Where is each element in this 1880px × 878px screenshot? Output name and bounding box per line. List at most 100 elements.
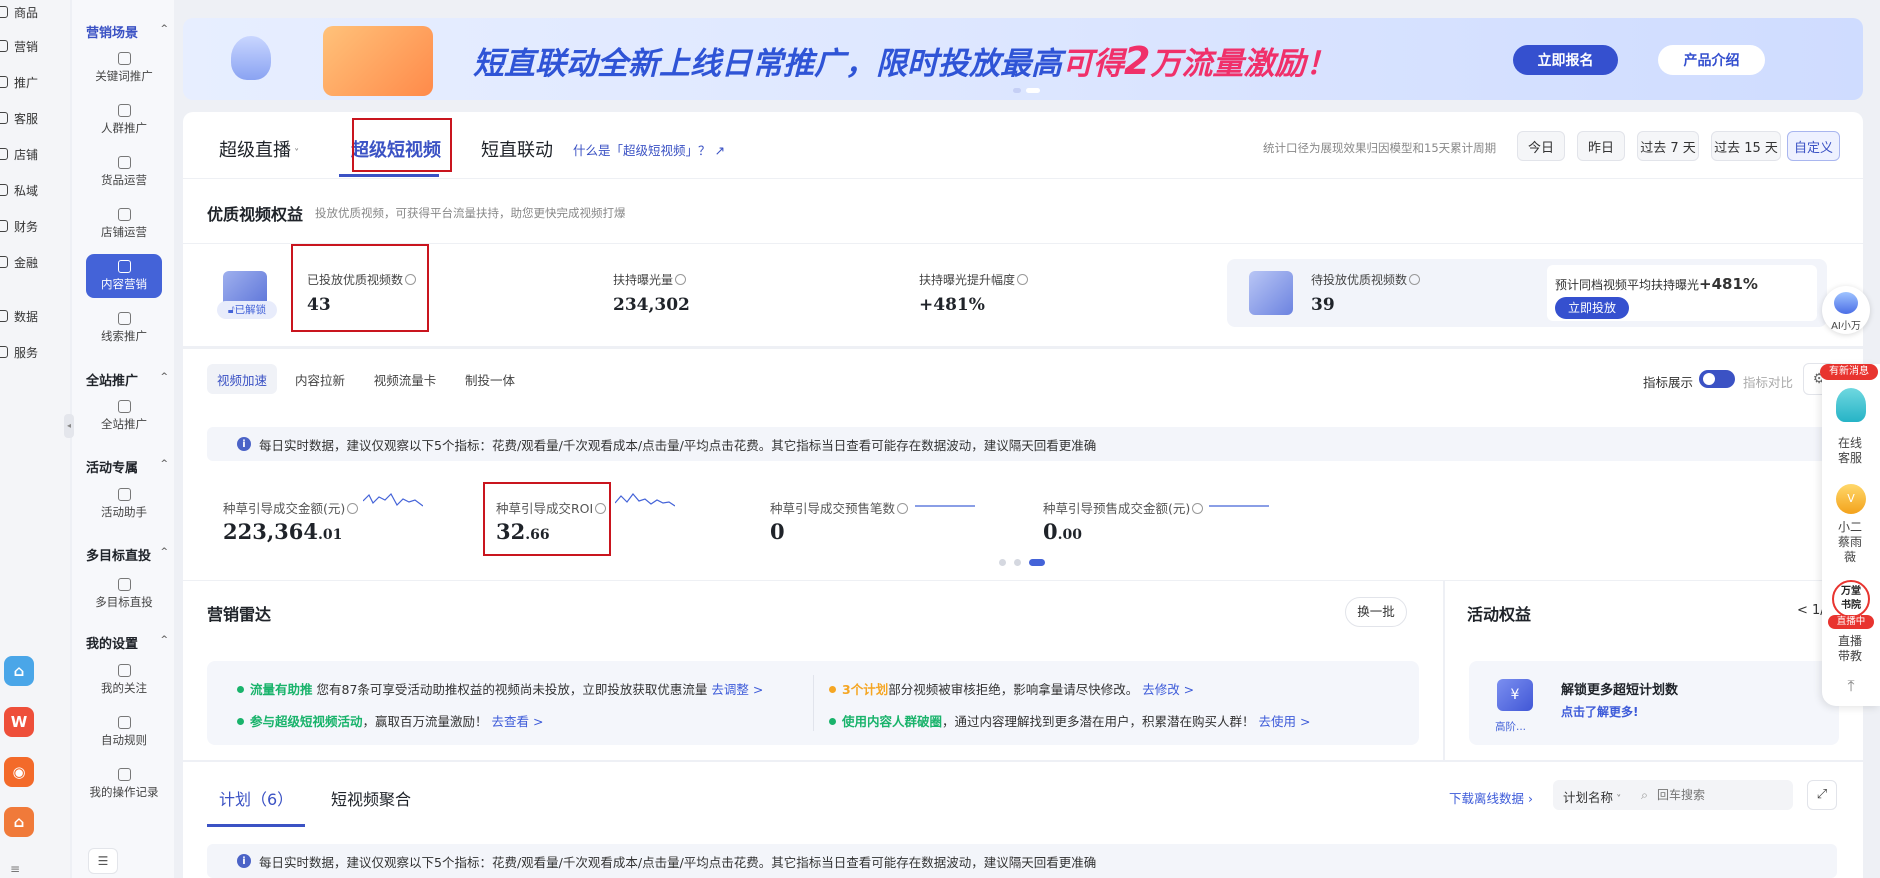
store-icon	[117, 208, 131, 221]
radar-item-boost: 流量有助推 您有87条可享受活动助推权益的视频尚未投放，立即投放获取优惠流量 去…	[237, 679, 763, 698]
sidebar-item-auto-rule[interactable]: 自动规则	[86, 716, 162, 748]
person-icon	[117, 104, 131, 117]
online-service-link[interactable]: 在线客服	[1822, 436, 1878, 466]
help-icon[interactable]	[897, 503, 909, 514]
plan-filter-select[interactable]: 计划名称 ˅	[1563, 787, 1621, 806]
help-icon[interactable]	[675, 274, 687, 285]
tab-short-video-aggregate[interactable]: 短视频聚合	[331, 786, 411, 810]
sidebar-item-crowd[interactable]: 人群推广	[86, 104, 162, 136]
metric-label-lift: 扶持曝光提升幅度	[919, 271, 1029, 288]
log-icon	[117, 768, 131, 781]
app-shortcut-3-icon[interactable]: ◉	[4, 757, 34, 787]
plans-notice-bar: i 每日实时数据，建议仅观察以下5个指标：花费/观看量/千次观看成本/点击量/平均…	[207, 844, 1837, 878]
benefit-pager[interactable]: < 1/	[1797, 603, 1825, 618]
sidebar-item-leads[interactable]: 线索推广	[86, 312, 162, 344]
sidebar-item-content-marketing[interactable]: 内容营销	[86, 254, 162, 298]
rail-item-services[interactable]: 服务	[0, 340, 70, 364]
service-bot-icon[interactable]	[1836, 388, 1866, 422]
menu-icon[interactable]: ≡	[10, 862, 20, 876]
date-7days-button[interactable]: 过去 7 天	[1637, 131, 1699, 161]
pager-dot[interactable]	[999, 559, 1006, 566]
rail-item-banking[interactable]: 金融	[0, 250, 70, 274]
metric-compare-label[interactable]: 指标对比	[1743, 372, 1793, 391]
app-shortcut-4-icon[interactable]: ⌂	[4, 807, 34, 837]
sidebar-item-goods-ops[interactable]: 货品运营	[86, 156, 162, 188]
service-icon	[0, 112, 8, 124]
rail-item-marketing[interactable]: 营销	[0, 34, 70, 58]
section-title-settings[interactable]: 我的设置 ^	[86, 633, 176, 652]
back-to-top-icon[interactable]: ⤒	[1838, 676, 1864, 698]
sidebar-toggle-icon[interactable]: ◂	[64, 414, 74, 438]
section-title-activity[interactable]: 活动专属 ^	[86, 457, 176, 476]
section-title-multi[interactable]: 多目标直投 ^	[86, 545, 176, 564]
sidebar-item-follow[interactable]: 我的关注	[86, 664, 162, 696]
rail-item-data[interactable]: 数据	[0, 304, 70, 328]
date-yesterday-button[interactable]: 昨日	[1577, 131, 1625, 161]
tab-super-live[interactable]: 超级直播 ˅	[219, 136, 299, 162]
date-custom-button[interactable]: 自定义	[1787, 131, 1840, 161]
app-shortcut-2-icon[interactable]: W	[4, 707, 34, 737]
use-link[interactable]: 去使用 >	[1259, 714, 1311, 729]
tab-short-live-link[interactable]: 短直联动	[481, 136, 553, 162]
view-link[interactable]: 去查看 >	[492, 714, 544, 729]
rail-item-goods[interactable]: 商品	[0, 0, 70, 24]
xiaoer-link[interactable]: 小二蔡雨薇	[1822, 520, 1878, 565]
download-offline-link[interactable]: 下载离线数据 ›	[1449, 788, 1533, 807]
refresh-batch-button[interactable]: 换一批	[1345, 597, 1407, 627]
section-title-global[interactable]: 全站推广 ^	[86, 370, 176, 389]
help-icon[interactable]	[1017, 274, 1029, 285]
help-icon[interactable]	[1409, 274, 1421, 285]
sidebar-item-global[interactable]: 全站推广	[86, 400, 162, 432]
live-teaching-link[interactable]: 直播带教	[1822, 634, 1878, 664]
ai-avatar-icon	[1834, 292, 1858, 314]
school-logo[interactable]: 万堂书院	[1832, 580, 1870, 618]
rail-item-promotion[interactable]: 推广	[0, 70, 70, 94]
fullscreen-icon[interactable]: ⤢	[1807, 780, 1837, 810]
pager-dot[interactable]	[1014, 559, 1021, 566]
help-icon[interactable]	[347, 503, 359, 514]
sidebar-item-oplog[interactable]: 我的操作记录	[86, 768, 162, 800]
metric-toggle[interactable]	[1699, 370, 1735, 388]
plan-search-input[interactable]	[1657, 785, 1777, 805]
rail-item-service[interactable]: 客服	[0, 106, 70, 130]
tab-plans[interactable]: 计划（6）	[219, 786, 293, 810]
date-15days-button[interactable]: 过去 15 天	[1711, 131, 1781, 161]
ai-assistant-button[interactable]: AI小万	[1822, 286, 1870, 334]
sidebar-item-shop-ops[interactable]: 店铺运营	[86, 208, 162, 240]
xiaoer-avatar-icon[interactable]: V	[1836, 484, 1866, 514]
rail-item-shop[interactable]: 店铺	[0, 142, 70, 166]
sidebar-item-multi[interactable]: 多目标直投	[86, 578, 162, 610]
signup-button[interactable]: 立即报名	[1513, 45, 1618, 75]
subtab-content-acquire[interactable]: 内容拉新	[285, 364, 355, 394]
app-shortcut-1-icon[interactable]: ⌂	[4, 656, 34, 686]
deliver-now-button[interactable]: 立即投放	[1555, 297, 1629, 319]
banner-dot-active[interactable]	[1026, 88, 1040, 93]
marketing-icon	[0, 40, 8, 52]
kpi-value-presale-gmv: 0.00	[1043, 519, 1082, 544]
section-title-scene[interactable]: 营销场景 ^	[86, 22, 176, 41]
adjust-link[interactable]: 去调整 >	[711, 682, 763, 697]
modify-link[interactable]: 去修改 >	[1142, 682, 1194, 697]
help-link[interactable]: 什么是「超级短视频」？ ↗	[573, 140, 725, 159]
highlight-box-roi	[483, 482, 611, 556]
goods-icon	[0, 6, 8, 18]
chevron-down-icon: ˅	[1613, 794, 1622, 805]
presale-count-sparkline	[915, 505, 975, 507]
benefit-learn-more-link[interactable]: 点击了解更多!	[1561, 703, 1638, 720]
rail-item-finance[interactable]: 财务	[0, 214, 70, 238]
sidebar-item-keyword[interactable]: 关键词推广	[86, 52, 162, 84]
rail-item-private[interactable]: 私域	[0, 178, 70, 202]
subtab-traffic-card[interactable]: 视频流量卡	[363, 364, 447, 394]
help-icon[interactable]	[1192, 503, 1204, 514]
pager-dot-active[interactable]	[1029, 559, 1045, 566]
subtab-video-boost[interactable]: 视频加速	[207, 364, 277, 394]
benefit-card[interactable]: ¥ 高阶... 解锁更多超短计划数 点击了解更多!	[1469, 661, 1839, 745]
collapse-icon[interactable]: ☰	[88, 848, 118, 874]
sidebar-item-activity-helper[interactable]: 活动助手	[86, 488, 162, 520]
metric-label-pending: 待投放优质视频数	[1311, 271, 1421, 288]
subtab-produce-deliver[interactable]: 制投一体	[455, 364, 525, 394]
product-intro-button[interactable]: 产品介绍	[1658, 45, 1765, 75]
banner-dot[interactable]	[1013, 88, 1021, 93]
date-today-button[interactable]: 今日	[1517, 131, 1565, 161]
promo-banner[interactable]: 短直联动全新上线日常推广，限时投放最高可得2万流量激励！ 立即报名 产品介绍	[183, 18, 1863, 100]
